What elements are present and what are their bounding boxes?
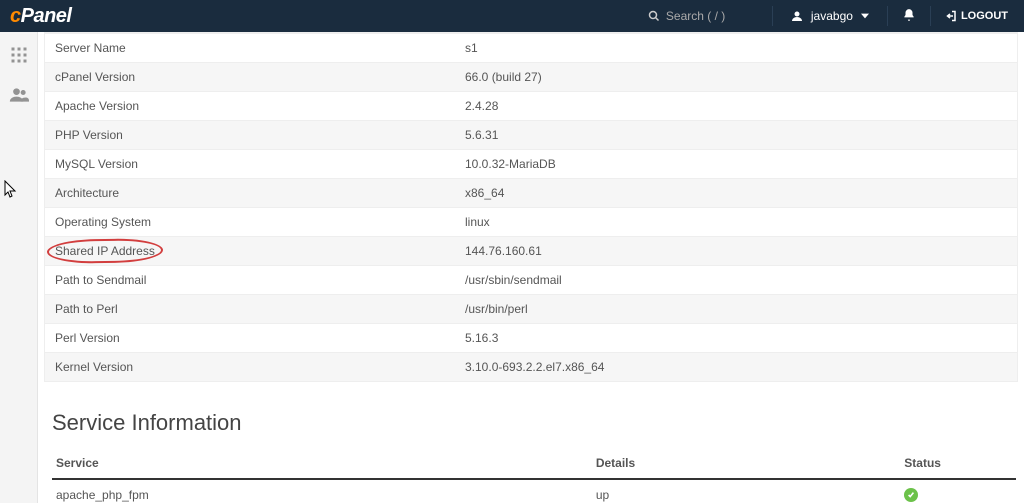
info-row: PHP Version5.6.31 (45, 121, 1017, 150)
status-ok-icon (904, 488, 918, 502)
info-value: s1 (455, 34, 1017, 63)
cpanel-logo[interactable]: cPanel (10, 5, 71, 28)
service-status (900, 479, 1016, 503)
svc-header-service: Service (52, 448, 592, 479)
info-row: Kernel Version3.10.0-693.2.2.el7.x86_64 (45, 353, 1017, 382)
info-key: MySQL Version (45, 150, 455, 179)
info-value: /usr/sbin/sendmail (455, 266, 1017, 295)
service-info-table: Service Details Status apache_php_fpmup (52, 448, 1016, 503)
bell-icon (902, 8, 916, 22)
info-value: 2.4.28 (455, 92, 1017, 121)
search-input[interactable] (666, 9, 756, 23)
caret-down-icon (861, 12, 869, 20)
service-info-title: Service Information (52, 410, 1018, 436)
top-bar: cPanel javabgo (0, 0, 1024, 32)
info-key: Path to Perl (45, 295, 455, 324)
info-value: linux (455, 208, 1017, 237)
info-value: 66.0 (build 27) (455, 63, 1017, 92)
info-key: Path to Sendmail (45, 266, 455, 295)
info-row: Perl Version5.16.3 (45, 324, 1017, 353)
service-details: up (592, 479, 900, 503)
info-value: 144.76.160.61 (455, 237, 1017, 266)
info-value: 3.10.0-693.2.2.el7.x86_64 (455, 353, 1017, 382)
info-value: x86_64 (455, 179, 1017, 208)
main-content: Server Names1cPanel Version66.0 (build 2… (38, 32, 1024, 503)
search-icon (648, 10, 660, 22)
info-row: Apache Version2.4.28 (45, 92, 1017, 121)
username-label: javabgo (811, 9, 853, 23)
info-value: 5.16.3 (455, 324, 1017, 353)
svc-header-status: Status (900, 448, 1016, 479)
info-key: cPanel Version (45, 63, 455, 92)
notifications-button[interactable] (888, 8, 930, 25)
service-name: apache_php_fpm (52, 479, 592, 503)
search-box[interactable] (632, 9, 772, 23)
logout-icon (945, 10, 957, 22)
sidebar-item-apps[interactable] (10, 46, 28, 67)
user-icon (791, 10, 803, 22)
info-key: Architecture (45, 179, 455, 208)
user-menu[interactable]: javabgo (773, 9, 887, 23)
server-info-box: Server Names1cPanel Version66.0 (build 2… (44, 32, 1018, 382)
info-value: /usr/bin/perl (455, 295, 1017, 324)
info-key: Perl Version (45, 324, 455, 353)
info-key: Operating System (45, 208, 455, 237)
highlighted-label: Shared IP Address (55, 244, 155, 258)
logout-button[interactable]: LOGOUT (931, 10, 1014, 22)
sidebar-item-users[interactable] (9, 85, 29, 108)
info-row: Operating Systemlinux (45, 208, 1017, 237)
server-info-table: Server Names1cPanel Version66.0 (build 2… (45, 33, 1017, 381)
info-key: Shared IP Address (45, 237, 455, 266)
info-row: Path to Sendmail/usr/sbin/sendmail (45, 266, 1017, 295)
info-value: 10.0.32-MariaDB (455, 150, 1017, 179)
top-right-controls: javabgo LOGOUT (632, 6, 1014, 26)
service-row: apache_php_fpmup (52, 479, 1016, 503)
info-key: PHP Version (45, 121, 455, 150)
info-key: Server Name (45, 34, 455, 63)
info-row: Shared IP Address 144.76.160.61 (45, 237, 1017, 266)
info-row: Architecturex86_64 (45, 179, 1017, 208)
body: Server Names1cPanel Version66.0 (build 2… (0, 32, 1024, 503)
sidebar (0, 32, 38, 503)
svc-header-details: Details (592, 448, 900, 479)
logout-label: LOGOUT (961, 10, 1008, 22)
info-key: Apache Version (45, 92, 455, 121)
info-row: Server Names1 (45, 34, 1017, 63)
info-key: Kernel Version (45, 353, 455, 382)
info-row: cPanel Version66.0 (build 27) (45, 63, 1017, 92)
info-row: MySQL Version10.0.32-MariaDB (45, 150, 1017, 179)
info-value: 5.6.31 (455, 121, 1017, 150)
info-row: Path to Perl/usr/bin/perl (45, 295, 1017, 324)
